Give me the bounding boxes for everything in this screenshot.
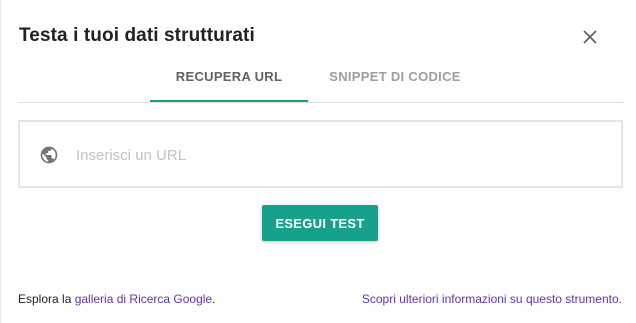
globe-icon	[40, 146, 58, 164]
close-button[interactable]	[577, 24, 603, 50]
dialog-title: Testa i tuoi dati strutturati	[19, 25, 255, 46]
footer-explore: Esplora la galleria di Ricerca Google.	[18, 292, 215, 306]
gallery-link[interactable]: galleria di Ricerca Google	[75, 292, 212, 306]
tab-bar: RECUPERA URL SNIPPET DI CODICE	[18, 60, 623, 103]
tab-fetch-url[interactable]: RECUPERA URL	[150, 60, 308, 102]
learn-more-link[interactable]: Scopri ulteriori informazioni su questo …	[362, 292, 622, 306]
close-icon	[583, 30, 597, 44]
run-test-button[interactable]: ESEGUI TEST	[262, 205, 378, 241]
footer-learn-more: Scopri ulteriori informazioni su questo …	[362, 292, 622, 306]
footer-explore-prefix: Esplora la	[18, 292, 75, 306]
structured-data-dialog: Testa i tuoi dati strutturati RECUPERA U…	[0, 0, 636, 323]
url-input[interactable]	[76, 142, 596, 168]
footer-explore-suffix: .	[212, 292, 216, 306]
url-input-container	[18, 120, 623, 188]
tab-code-snippet[interactable]: SNIPPET DI CODICE	[320, 60, 470, 102]
